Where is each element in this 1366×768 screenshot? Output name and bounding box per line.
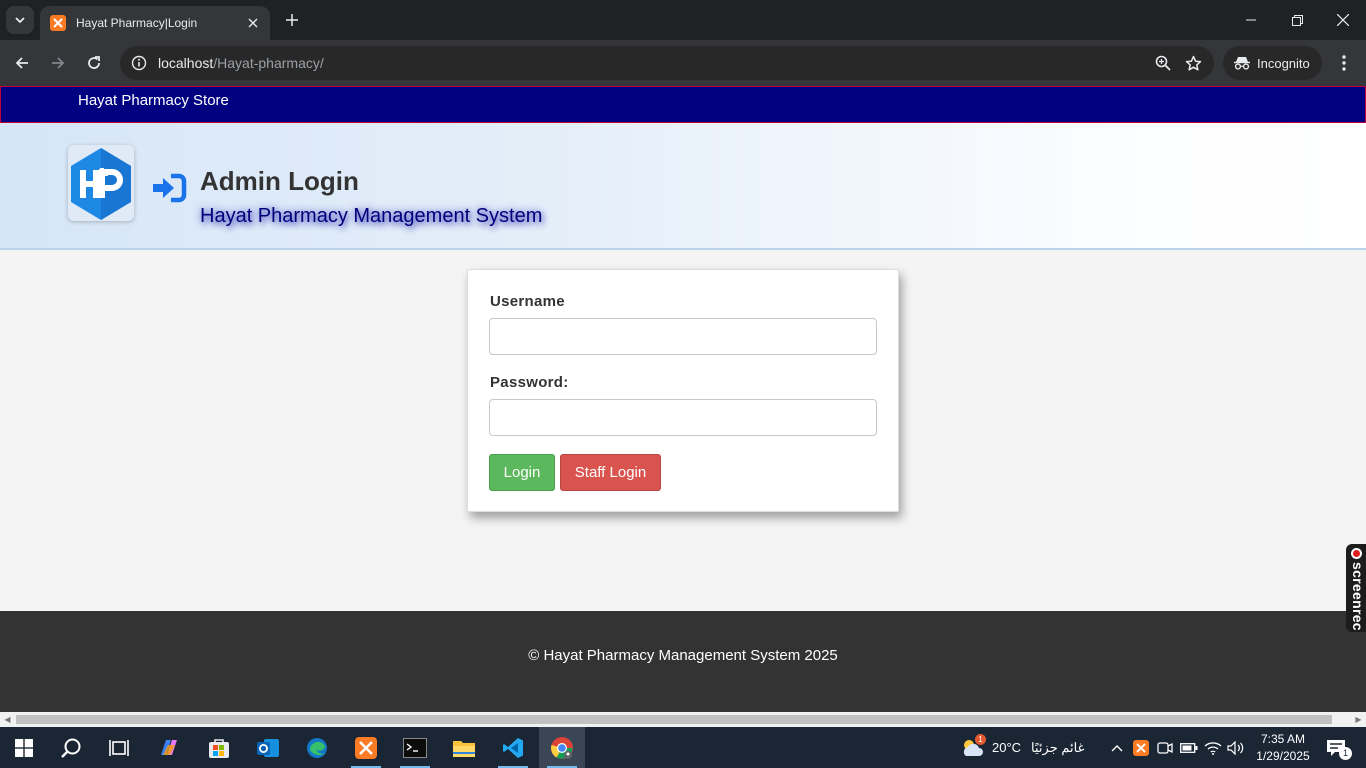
incognito-indicator[interactable]: Incognito [1223,46,1322,80]
plus-icon [286,14,298,26]
tab-close-button[interactable] [244,14,262,32]
weather-widget[interactable]: 1 20°C غائم جزئيًا [960,727,1084,768]
close-icon [1337,14,1349,26]
record-icon [1351,548,1362,559]
volume-icon[interactable] [1226,727,1246,768]
arrow-left-icon [15,57,28,69]
screenrec-widget[interactable]: screenrec [1346,544,1366,632]
username-label: Username [490,293,565,310]
battery-icon[interactable] [1179,727,1199,768]
tray-overflow-icon[interactable] [1107,727,1127,768]
task-view-icon[interactable] [96,727,142,768]
vscode-icon[interactable] [490,727,536,768]
xampp-favicon-icon [50,15,66,31]
reload-button[interactable] [79,48,109,78]
reload-icon [88,56,100,69]
address-bar[interactable]: localhost/Hayat-pharmacy/ [120,46,1214,80]
store-icon[interactable] [196,727,242,768]
close-icon [248,18,258,28]
file-explorer-icon[interactable] [441,727,487,768]
footer-copyright: © Hayat Pharmacy Management System 2025 [528,647,838,664]
windows-taskbar: 1 20°C غائم جزئيًا 7:35 AM 1/29/2025 1 [0,727,1366,768]
start-icon[interactable] [1,727,47,768]
arrow-right-icon [52,57,65,69]
browser-tabstrip: Hayat Pharmacy|Login [0,0,1366,40]
notification-icon[interactable]: 1 [1322,727,1352,768]
weather-temp: 20°C [992,740,1022,755]
browser-toolbar: localhost/Hayat-pharmacy/ Incognito [0,40,1366,86]
page-header: Admin Login Hayat Pharmacy Management Sy… [0,123,1366,250]
search-icon[interactable] [48,727,94,768]
clock-time: 7:35 AM [1260,732,1306,746]
xampp-icon[interactable] [343,727,389,768]
scroll-left-icon[interactable]: ◀ [0,712,15,727]
new-tab-button[interactable] [280,8,304,32]
taskbar-clock[interactable]: 7:35 AM 1/29/2025 [1245,731,1321,765]
page-title: Admin Login [200,166,359,196]
close-window-button[interactable] [1320,0,1366,40]
sign-in-icon [151,172,187,204]
restore-icon [1291,14,1303,26]
outlook-icon[interactable] [245,727,291,768]
staff-login-button[interactable]: Staff Login [560,454,661,491]
tab-title: Hayat Pharmacy|Login [76,16,198,30]
screenrec-label: screenrec [1350,562,1366,631]
minimize-icon [1246,19,1256,21]
copilot-icon[interactable] [146,727,192,768]
weather-desc: غائم جزئيًا [1031,739,1085,755]
marquee-bar: Hayat Pharmacy Store [0,86,1366,123]
horizontal-scrollbar[interactable]: ◀ ▶ [0,712,1366,727]
chrome-icon[interactable] [539,727,585,768]
wifi-icon[interactable] [1203,727,1223,768]
edge-icon[interactable] [294,727,340,768]
username-input[interactable] [489,318,877,355]
page-viewport: Hayat Pharmacy Store Admin Login Hayat P… [0,86,1366,712]
tab-search-button[interactable] [6,6,34,34]
incognito-icon [1234,57,1250,70]
weather-badge: 1 [975,733,986,745]
chevron-down-icon [15,17,25,24]
pharmacy-logo [68,145,134,221]
bookmark-star-icon[interactable] [1178,48,1208,78]
notification-badge: 1 [1339,747,1352,760]
browser-tab[interactable]: Hayat Pharmacy|Login [40,6,270,40]
scroll-right-icon[interactable]: ▶ [1351,712,1366,727]
incognito-label: Incognito [1257,55,1310,71]
login-button[interactable]: Login [489,454,555,491]
password-input[interactable] [489,399,877,436]
url-text: localhost/Hayat-pharmacy/ [158,55,324,71]
more-vert-icon [1342,55,1346,71]
zoom-icon[interactable] [1148,48,1178,78]
browser-menu-button[interactable] [1330,48,1358,78]
restore-button[interactable] [1274,0,1320,40]
camera-tray-icon[interactable] [1155,727,1175,768]
password-label: Password: [490,374,569,391]
terminal-icon[interactable] [392,727,438,768]
site-info-icon[interactable] [124,48,154,78]
page-subtitle: Hayat Pharmacy Management System [200,205,543,227]
minimize-button[interactable] [1228,0,1274,40]
xampp-tray-icon[interactable] [1131,727,1151,768]
marquee-text: Hayat Pharmacy Store [78,92,229,109]
forward-button[interactable] [43,48,73,78]
clock-date: 1/29/2025 [1256,749,1310,763]
partly-cloudy-icon: 1 [960,733,986,760]
page-footer: © Hayat Pharmacy Management System 2025 [0,611,1366,712]
scrollbar-thumb[interactable] [16,715,1332,724]
back-button[interactable] [7,48,37,78]
login-form: Username Password: Login Staff Login [467,269,899,512]
